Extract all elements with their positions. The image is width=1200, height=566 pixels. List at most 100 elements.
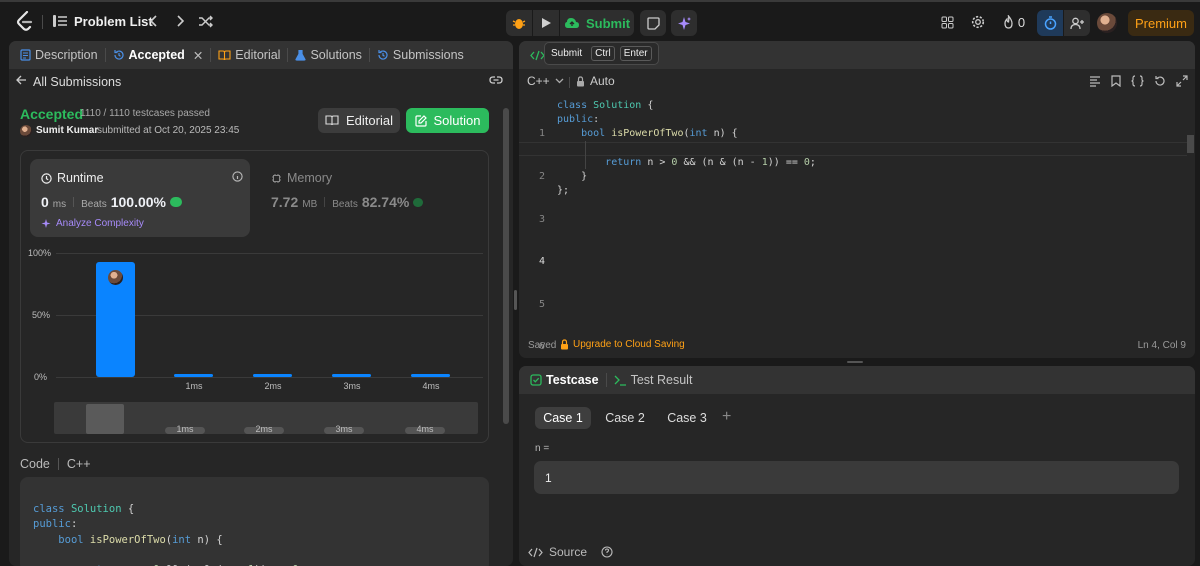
editorial-button-label: Editorial <box>346 113 393 128</box>
runtime-bar[interactable] <box>96 262 135 377</box>
input-n-field[interactable]: 1 <box>534 461 1179 494</box>
chart-range-selector[interactable]: 1ms 2ms 3ms 4ms <box>54 402 478 434</box>
submitted-at: submitted at Oct 20, 2025 23:45 <box>97 125 240 136</box>
tab-accepted-label: Accepted <box>128 48 185 62</box>
runtime-value: 0 <box>41 194 49 210</box>
user-avatar-marker <box>108 270 123 285</box>
gear-icon[interactable] <box>970 14 986 30</box>
vertical-resize-handle[interactable] <box>514 290 517 310</box>
problem-list-link[interactable]: Problem List <box>74 14 153 29</box>
reset-icon[interactable] <box>1154 75 1166 87</box>
code-header: Code C++ <box>20 457 91 471</box>
add-user-icon[interactable] <box>1064 10 1090 36</box>
tab-submissions[interactable]: Submissions <box>370 48 471 62</box>
submitter-name[interactable]: Sumit Kumar <box>36 125 98 136</box>
case-2-tab[interactable]: Case 2 <box>597 407 653 429</box>
tooltip-label: Submit <box>551 48 583 59</box>
testcase-panel: Testcase Test Result Case 1 Case 2 Case … <box>519 366 1195 566</box>
runtime-bar[interactable] <box>174 374 213 377</box>
timer-icon[interactable] <box>1037 10 1063 36</box>
streak-counter[interactable]: 0 <box>1000 13 1028 31</box>
tab-solutions[interactable]: Solutions <box>288 48 368 62</box>
tab-editorial[interactable]: Editorial <box>211 48 287 62</box>
case-3-tab[interactable]: Case 3 <box>659 407 715 429</box>
language-select[interactable]: C++ <box>527 74 564 88</box>
divider <box>324 197 326 207</box>
runtime-bar[interactable] <box>332 374 371 377</box>
user-avatar <box>20 125 32 137</box>
memory-beats-value: 82.74% <box>361 194 410 210</box>
runtime-beats-value: 100.00% <box>110 194 166 210</box>
tab-testcase[interactable]: Testcase <box>523 373 606 387</box>
case-1-tab[interactable]: Case 1 <box>535 407 591 429</box>
all-submissions-link[interactable]: All Submissions <box>33 75 121 89</box>
horizontal-resize-handle[interactable] <box>847 361 863 363</box>
note-icon[interactable] <box>640 10 666 36</box>
language-value: C++ <box>527 74 550 88</box>
history-icon <box>113 50 124 60</box>
auto-mode[interactable]: Auto <box>576 74 615 88</box>
testcase-tab-bar: Testcase Test Result <box>519 366 1195 394</box>
arrow-left-icon[interactable] <box>15 74 29 88</box>
flask-icon <box>295 50 307 61</box>
memory-title-text: Memory <box>287 171 333 185</box>
lock-icon <box>577 75 584 86</box>
code-label: Code <box>20 457 50 471</box>
runtime-distribution-chart: 100% 50% 0% 1ms 2ms 3ms 4ms <box>21 246 490 396</box>
leetcode-logo-icon[interactable] <box>14 10 36 32</box>
chevron-left-icon[interactable] <box>146 13 162 29</box>
tab-accepted[interactable]: Accepted ✕ <box>106 48 211 63</box>
auto-mode-label: Auto <box>590 74 615 88</box>
y-tick-50: 50% <box>32 310 51 320</box>
code-line: }; <box>557 185 570 197</box>
memory-unit: MB <box>302 199 318 210</box>
runtime-beats-label: Beats <box>81 199 107 210</box>
premium-button[interactable]: Premium <box>1128 10 1194 36</box>
runtime-bar[interactable] <box>411 374 450 377</box>
line-number: 2 <box>538 171 545 183</box>
avatar[interactable] <box>1097 13 1117 33</box>
left-scrollbar[interactable] <box>503 108 509 424</box>
streak-count: 0 <box>1017 14 1026 30</box>
editor-scrollbar[interactable] <box>1187 135 1194 153</box>
input-n-value: 1 <box>545 471 552 485</box>
runtime-card[interactable]: Runtime 0 ms Beats 100.00% Analyze Compl… <box>30 159 250 237</box>
range-handle[interactable] <box>86 404 124 434</box>
cursor-position: Ln 4, Col 9 <box>1137 340 1186 351</box>
line-number: 4 <box>538 256 545 268</box>
shuffle-icon[interactable] <box>197 13 215 29</box>
grid-icon[interactable] <box>939 14 955 30</box>
mini-tick-label: 2ms <box>255 424 273 434</box>
link-icon[interactable] <box>489 74 503 86</box>
bookmark-icon[interactable] <box>1111 75 1121 87</box>
info-icon[interactable] <box>232 171 243 182</box>
run-button[interactable] <box>533 10 559 36</box>
x-tick-label: 2ms <box>264 381 282 391</box>
analyze-complexity-link[interactable]: Analyze Complexity <box>41 218 144 229</box>
code-editor[interactable]: class Solution {public: bool isPowerOfTw… <box>557 99 816 213</box>
chevron-right-icon[interactable] <box>172 13 188 29</box>
description-icon <box>20 49 31 61</box>
debug-icon[interactable] <box>506 10 532 36</box>
expand-icon[interactable] <box>1176 75 1188 87</box>
divider <box>569 77 570 88</box>
close-icon[interactable]: ✕ <box>193 48 203 63</box>
editorial-button[interactable]: Editorial <box>318 108 400 133</box>
submit-button[interactable]: Submit <box>560 10 634 36</box>
braces-icon[interactable] <box>1131 75 1144 87</box>
add-case-icon[interactable]: + <box>722 408 731 426</box>
performance-card: Runtime 0 ms Beats 100.00% Analyze Compl… <box>20 150 489 443</box>
list-icon[interactable] <box>52 13 68 29</box>
code-line: } <box>557 171 588 183</box>
runtime-bar[interactable] <box>253 374 292 377</box>
upgrade-cloud-saving-link[interactable]: Upgrade to Cloud Saving <box>560 339 685 350</box>
tab-description[interactable]: Description <box>13 48 105 62</box>
source-label: Source <box>549 545 588 559</box>
memory-title[interactable]: Memory <box>271 171 332 185</box>
solution-button[interactable]: Solution <box>406 108 489 133</box>
tab-test-result[interactable]: Test Result <box>607 373 700 387</box>
format-icon[interactable] <box>1089 75 1101 87</box>
source-link[interactable]: Source <box>528 545 613 559</box>
sparkle-icon[interactable] <box>671 10 697 36</box>
